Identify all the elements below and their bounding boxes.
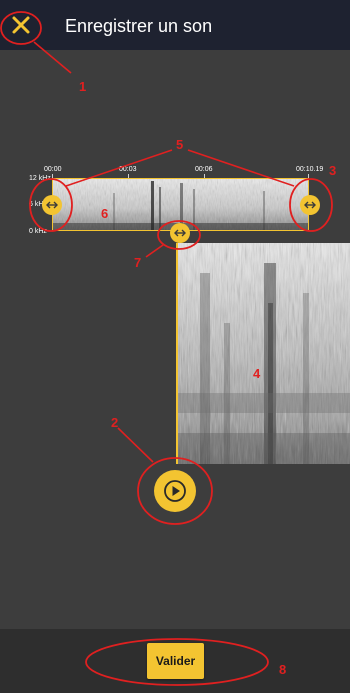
tick-label-6s: 00:06 [195,166,213,173]
validate-button[interactable]: Valider [147,643,204,679]
close-button[interactable] [2,6,40,44]
freq-label-top: 12 kHz [29,175,51,182]
play-button[interactable] [154,470,196,512]
spectrogram-zoom[interactable] [176,243,350,464]
end-trim-handle[interactable] [300,195,320,215]
tick-label-3s: 00:03 [119,166,137,173]
spectrogram-zoom-image [178,243,350,464]
annotation-label-2: 2 [111,415,119,430]
horizontal-resize-icon [46,201,58,209]
tick-label-end: 00:10.19 [296,166,324,173]
annotation-label-8: 8 [279,662,287,677]
tick-label-start: 00:00 [44,166,62,173]
app-bar: Enregistrer un son [0,0,350,50]
annotation-label-3: 3 [329,163,337,178]
start-trim-handle[interactable] [42,195,62,215]
annotation-label-1: 1 [79,79,87,94]
play-icon [164,480,186,502]
annotation-label-5: 5 [176,137,184,152]
horizontal-resize-icon [304,201,316,209]
playhead-handle[interactable] [170,223,190,243]
horizontal-resize-icon [174,229,186,237]
annotation-label-6: 6 [101,206,109,221]
annotation-label-7: 7 [134,255,142,270]
annotation-label-4: 4 [253,366,261,381]
page-title: Enregistrer un son [65,16,213,36]
close-icon [12,16,30,34]
freq-label-bottom: 0 kHz [29,228,47,235]
